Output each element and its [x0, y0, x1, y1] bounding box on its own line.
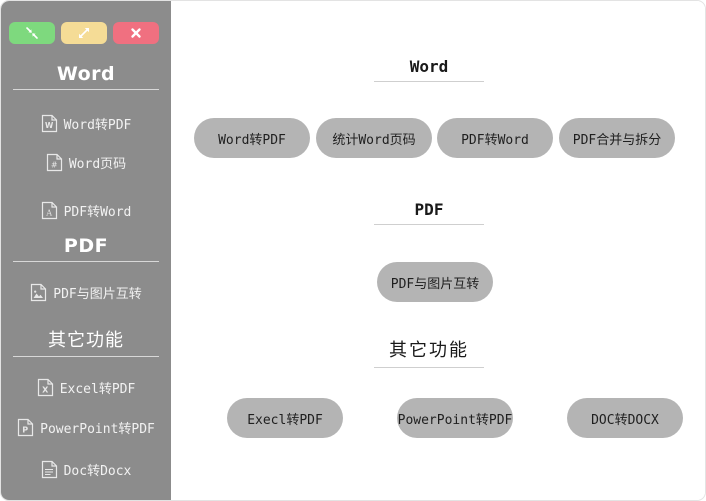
- svg-text:P: P: [22, 425, 28, 434]
- sidebar-item-excel-to-pdf[interactable]: X Excel转PDF: [1, 378, 171, 401]
- expand-arrows-icon: [76, 25, 92, 41]
- sidebar-item-pdf-image-convert[interactable]: PDF与图片互转: [1, 283, 171, 306]
- collapse-arrows-icon: [24, 25, 40, 41]
- close-icon: [128, 25, 144, 41]
- sidebar-item-pdf-to-word[interactable]: A PDF转Word: [1, 201, 171, 224]
- powerpoint-to-pdf-button[interactable]: PowerPoint转PDF: [397, 398, 513, 438]
- sidebar-item-powerpoint-to-pdf[interactable]: P PowerPoint转PDF: [1, 418, 171, 441]
- button-label: 统计Word页码: [332, 132, 416, 148]
- page-number-icon: #: [46, 153, 63, 176]
- button-label: PDF合并与拆分: [572, 132, 662, 148]
- pdf-merge-split-button[interactable]: PDF合并与拆分: [559, 118, 675, 158]
- sidebar-group-header-word: Word: [13, 63, 159, 90]
- button-label: PDF转Word: [461, 132, 529, 148]
- minimize-button[interactable]: [9, 22, 55, 44]
- sidebar-item-label: PowerPoint转PDF: [40, 422, 155, 437]
- sidebar-item-label: PDF转Word: [63, 205, 132, 220]
- section-title-pdf: PDF: [374, 200, 484, 225]
- image-doc-icon: [30, 283, 47, 306]
- section-title-other: 其它功能: [374, 336, 484, 368]
- svg-text:X: X: [42, 385, 49, 394]
- word-doc-icon: W: [41, 114, 58, 137]
- button-label: Word转PDF: [218, 132, 286, 148]
- button-label: PowerPoint转PDF: [397, 412, 513, 428]
- count-word-pages-button[interactable]: 统计Word页码: [316, 118, 432, 158]
- svg-text:A: A: [45, 209, 52, 218]
- sidebar: Word PDF 其它功能 W Word转PDF # Word页码 A PDF转…: [1, 1, 171, 500]
- pdf-doc-icon: A: [41, 201, 58, 224]
- sidebar-item-label: Word页码: [68, 157, 127, 172]
- button-label: DOC转DOCX: [591, 412, 659, 428]
- section-title-word: Word: [374, 57, 484, 82]
- word-to-pdf-button[interactable]: Word转PDF: [194, 118, 310, 158]
- maximize-button[interactable]: [61, 22, 107, 44]
- doc-to-docx-button[interactable]: DOC转DOCX: [567, 398, 683, 438]
- svg-text:W: W: [45, 121, 54, 130]
- excel-doc-icon: X: [37, 378, 54, 401]
- close-button[interactable]: [113, 22, 159, 44]
- sidebar-item-label: Doc转Docx: [63, 464, 132, 479]
- svg-text:#: #: [51, 161, 58, 170]
- sidebar-item-label: PDF与图片互转: [53, 287, 142, 302]
- button-label: PDF与图片互转: [390, 276, 480, 292]
- app-window: Word PDF 其它功能 W Word转PDF # Word页码 A PDF转…: [0, 0, 706, 501]
- button-label: Execl转PDF: [247, 412, 323, 428]
- sidebar-item-word-to-pdf[interactable]: W Word转PDF: [1, 114, 171, 137]
- sidebar-group-header-other: 其它功能: [13, 326, 159, 357]
- pdf-to-word-button[interactable]: PDF转Word: [437, 118, 553, 158]
- sidebar-item-label: Word转PDF: [63, 118, 132, 133]
- main-content: Word Word转PDF 统计Word页码 PDF转Word PDF合并与拆分…: [171, 1, 705, 500]
- sidebar-group-header-pdf: PDF: [13, 235, 159, 262]
- excel-to-pdf-button[interactable]: Execl转PDF: [227, 398, 343, 438]
- powerpoint-doc-icon: P: [17, 418, 34, 441]
- lines-doc-icon: [41, 460, 58, 483]
- sidebar-item-doc-to-docx[interactable]: Doc转Docx: [1, 460, 171, 483]
- pdf-image-convert-button[interactable]: PDF与图片互转: [377, 262, 493, 302]
- sidebar-item-word-page-number[interactable]: # Word页码: [1, 153, 171, 176]
- window-controls: [9, 22, 159, 44]
- sidebar-item-label: Excel转PDF: [59, 382, 136, 397]
